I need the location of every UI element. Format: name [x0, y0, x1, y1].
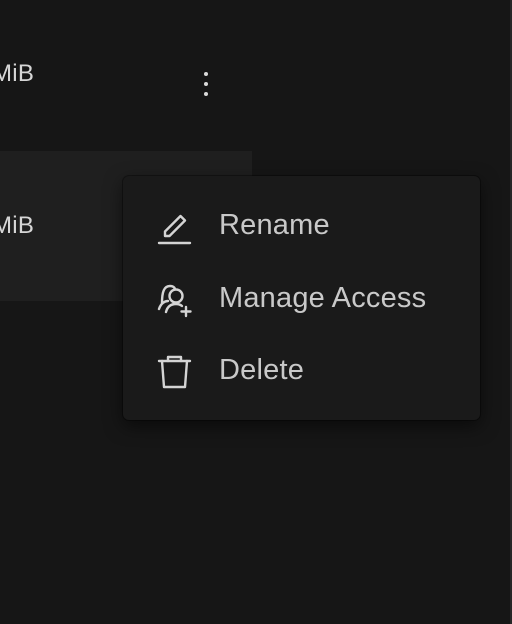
pencil-icon	[154, 205, 194, 245]
more-vertical-icon	[204, 72, 208, 76]
file-size: MiB	[0, 212, 35, 239]
trash-icon	[154, 350, 194, 390]
context-menu: Rename Manage Access Delete	[123, 176, 480, 420]
more-options-button[interactable]	[190, 62, 222, 106]
menu-item-label: Delete	[219, 353, 305, 386]
menu-item-manage-access[interactable]: Manage Access	[123, 266, 480, 330]
menu-item-label: Manage Access	[219, 281, 427, 314]
menu-item-label: Rename	[219, 208, 330, 241]
menu-item-rename[interactable]: Rename	[123, 193, 480, 257]
file-size: MiB	[0, 60, 35, 87]
menu-item-delete[interactable]: Delete	[123, 338, 480, 402]
user-add-icon	[154, 278, 194, 318]
